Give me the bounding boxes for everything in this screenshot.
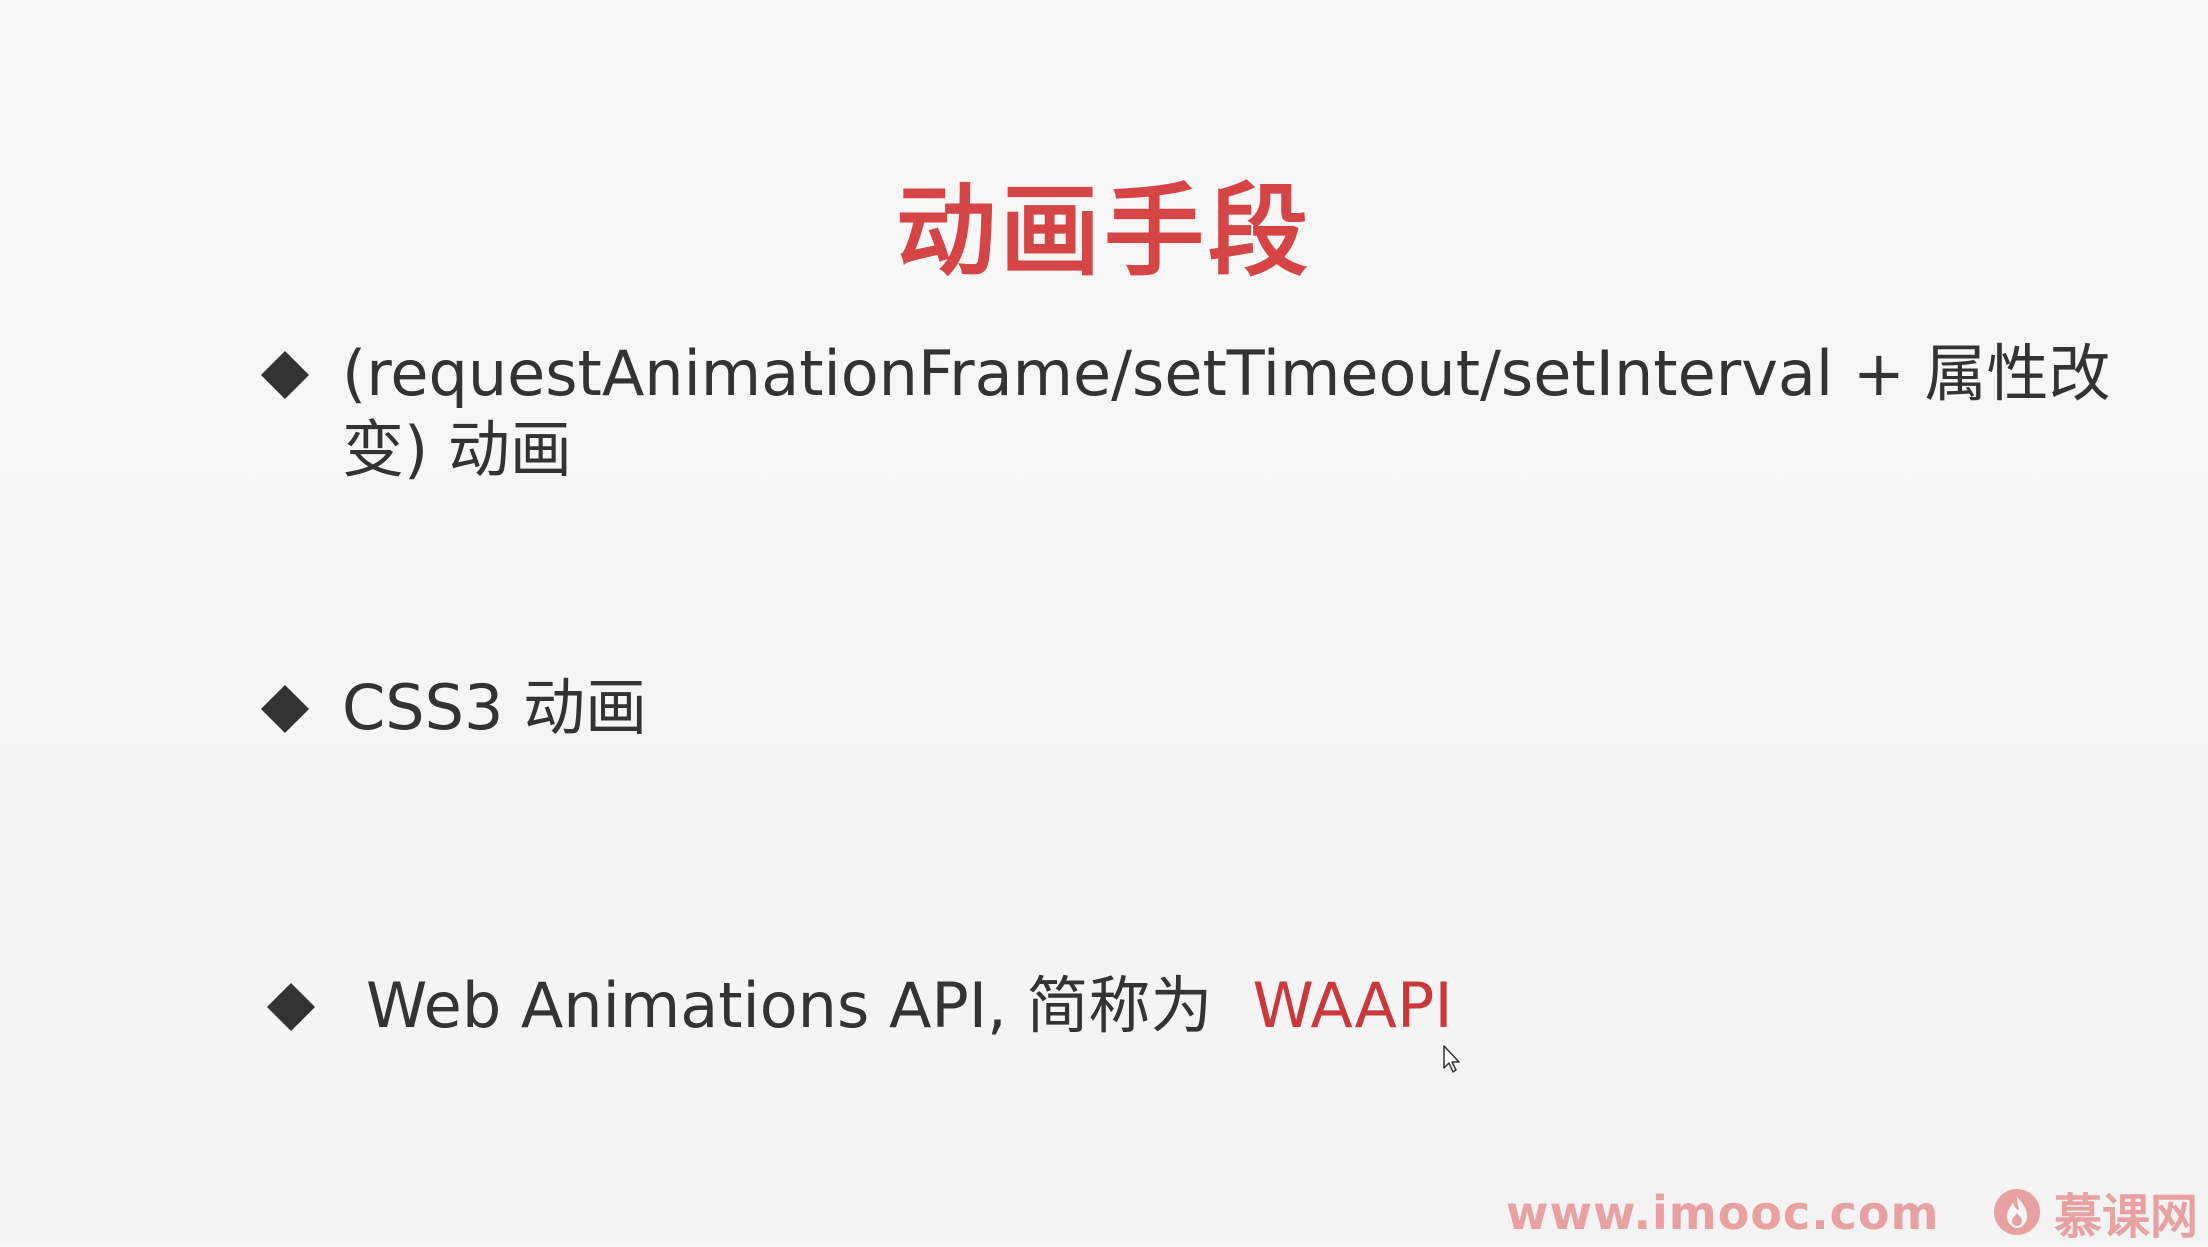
bullet-item-1: (requestAnimationFrame/setTimeout/setInt…	[260, 336, 2140, 488]
slide: 动画手段 (requestAnimationFrame/setTimeout/s…	[0, 0, 2208, 1245]
diamond-bullet-icon	[260, 350, 310, 400]
watermark-brand: 慕课网	[1992, 1184, 2198, 1245]
mouse-pointer-icon	[1443, 1045, 1460, 1073]
bullet-item-2: CSS3 动画	[260, 670, 2140, 746]
bullet-text-2: CSS3 动画	[342, 671, 648, 744]
diamond-bullet-icon	[266, 982, 316, 1032]
bullet-item-3: Web Animations API, 简称为 WAAPI	[260, 968, 2140, 1044]
bullet-text-3-wrapper: Web Animations API, 简称为 WAAPI	[366, 968, 2140, 1044]
waapi-accent-text: WAAPI	[1252, 969, 1453, 1042]
bullet-text-3: Web Animations API, 简称为	[366, 969, 1213, 1042]
slide-title: 动画手段	[896, 173, 1312, 290]
diamond-bullet-icon	[260, 684, 310, 734]
brand-name: 慕课网	[2054, 1189, 2199, 1245]
watermark-url: www.imooc.com	[1506, 1186, 1940, 1240]
bullet-text-1: (requestAnimationFrame/setTimeout/setInt…	[342, 337, 2111, 486]
flame-logo-icon	[1994, 1189, 2040, 1235]
